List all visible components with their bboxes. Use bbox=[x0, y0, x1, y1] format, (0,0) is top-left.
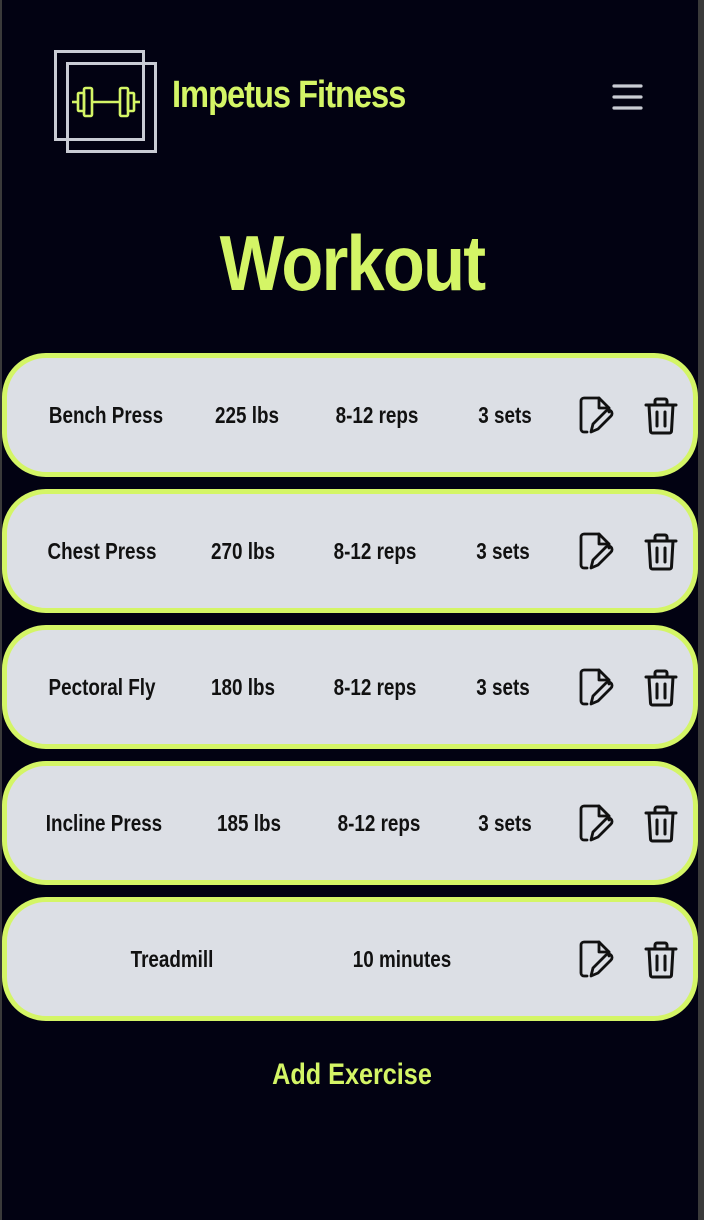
exercise-sets: 3 sets bbox=[476, 674, 530, 700]
menu-button[interactable] bbox=[606, 78, 648, 116]
exercise-reps: 8-12 reps bbox=[333, 538, 417, 564]
exercise-weight: 225 lbs bbox=[215, 402, 279, 428]
exercise-name: Chest Press bbox=[47, 538, 157, 564]
exercise-name: Incline Press bbox=[45, 810, 163, 836]
dumbbell-icon bbox=[54, 50, 157, 153]
exercise-sets: 3 sets bbox=[478, 810, 532, 836]
trash-icon bbox=[644, 397, 678, 435]
edit-button[interactable] bbox=[577, 668, 617, 708]
edit-file-icon bbox=[579, 396, 614, 434]
exercise-row: Chest Press 270 lbs 8-12 reps 3 sets bbox=[2, 489, 698, 613]
exercise-weight: 185 lbs bbox=[217, 810, 281, 836]
cardio-row: Treadmill 10 minutes bbox=[2, 897, 698, 1021]
edit-button[interactable] bbox=[577, 396, 617, 436]
add-exercise-link[interactable]: Add Exercise bbox=[56, 1058, 647, 1092]
delete-button[interactable] bbox=[641, 668, 681, 708]
trash-icon bbox=[644, 533, 678, 571]
exercise-weight: 270 lbs bbox=[211, 538, 275, 564]
edit-file-icon bbox=[579, 668, 614, 706]
brand-name: Impetus Fitness bbox=[172, 74, 406, 116]
brand-logo[interactable] bbox=[54, 50, 158, 154]
exercise-name: Pectoral Fly bbox=[48, 674, 156, 700]
exercise-reps: 8-12 reps bbox=[335, 402, 419, 428]
edit-file-icon bbox=[579, 804, 614, 842]
cardio-duration: 10 minutes bbox=[352, 946, 452, 972]
page-title: Workout bbox=[219, 219, 487, 307]
edit-button[interactable] bbox=[577, 940, 617, 980]
exercise-reps: 8-12 reps bbox=[337, 810, 421, 836]
exercise-name: Bench Press bbox=[48, 402, 164, 428]
delete-button[interactable] bbox=[641, 940, 681, 980]
cardio-name: Treadmill bbox=[130, 946, 214, 972]
trash-icon bbox=[644, 805, 678, 843]
exercise-weight: 180 lbs bbox=[211, 674, 275, 700]
edit-button[interactable] bbox=[577, 532, 617, 572]
edit-file-icon bbox=[579, 532, 614, 570]
delete-button[interactable] bbox=[641, 532, 681, 572]
hamburger-menu-icon bbox=[612, 84, 643, 110]
exercise-row: Incline Press 185 lbs 8-12 reps 3 sets bbox=[2, 761, 698, 885]
edit-button[interactable] bbox=[577, 804, 617, 844]
delete-button[interactable] bbox=[641, 396, 681, 436]
exercise-reps: 8-12 reps bbox=[333, 674, 417, 700]
exercise-row: Bench Press 225 lbs 8-12 reps 3 sets bbox=[2, 353, 698, 477]
exercise-sets: 3 sets bbox=[478, 402, 532, 428]
delete-button[interactable] bbox=[641, 804, 681, 844]
edit-file-icon bbox=[579, 940, 614, 978]
exercise-row: Pectoral Fly 180 lbs 8-12 reps 3 sets bbox=[2, 625, 698, 749]
exercise-sets: 3 sets bbox=[476, 538, 530, 564]
app-header: Impetus Fitness bbox=[0, 0, 704, 200]
trash-icon bbox=[644, 669, 678, 707]
trash-icon bbox=[644, 941, 678, 979]
